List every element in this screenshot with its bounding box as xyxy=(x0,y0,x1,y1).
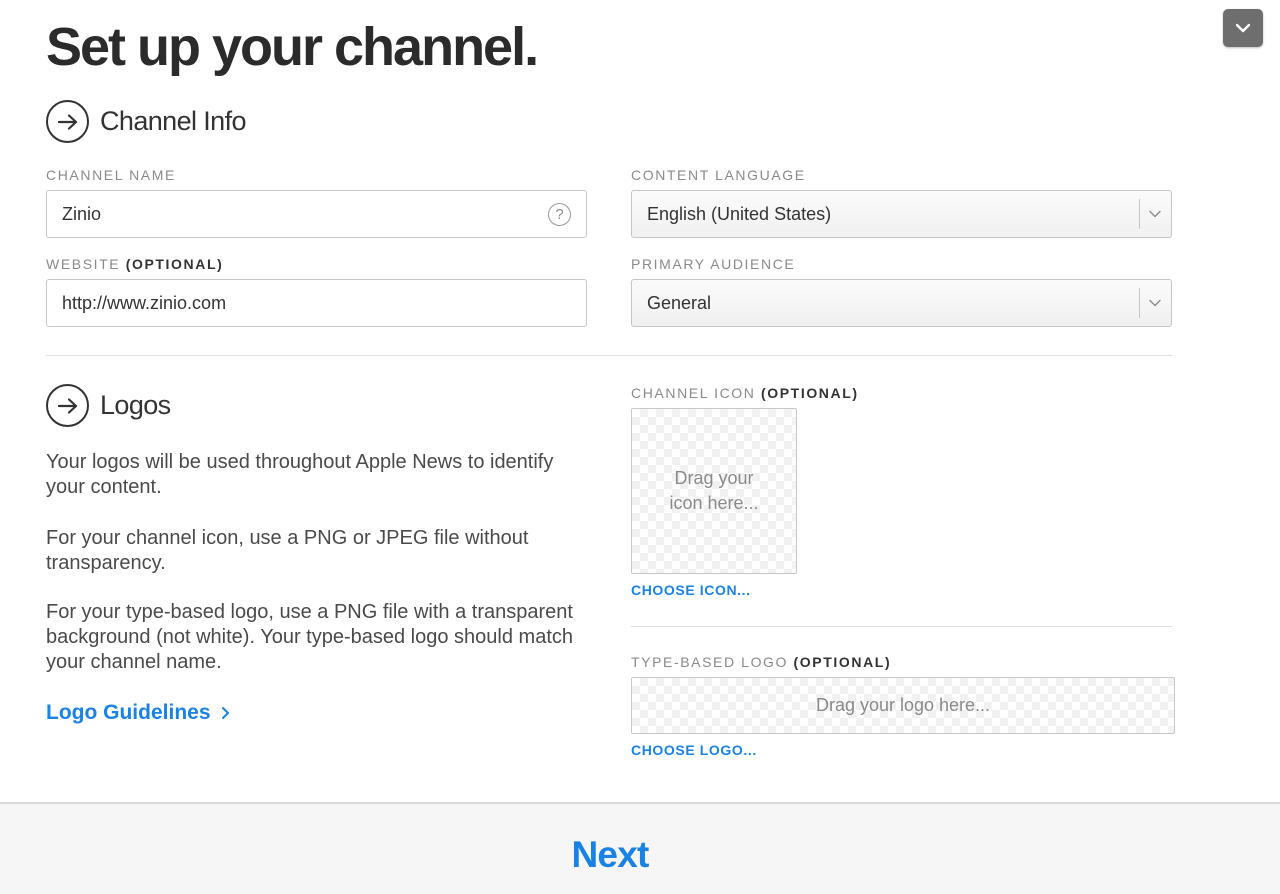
page-title: Set up your channel. xyxy=(46,17,539,77)
channel-icon-drop-zone[interactable]: Drag your icon here... xyxy=(631,408,797,574)
content-language-label: CONTENT LANGUAGE xyxy=(631,167,806,183)
website-value: http://www.zinio.com xyxy=(62,292,227,313)
help-icon[interactable]: ? xyxy=(548,203,571,226)
logo-guidelines-label: Logo Guidelines xyxy=(46,701,211,724)
primary-audience-label: PRIMARY AUDIENCE xyxy=(631,256,796,272)
drop-text-line: Drag your xyxy=(674,468,754,488)
type-logo-drop-text: Drag your logo here... xyxy=(815,695,991,715)
channel-name-label: CHANNEL NAME xyxy=(46,167,176,183)
select-divider xyxy=(1139,199,1140,229)
type-logo-label-text: TYPE-BASED LOGO xyxy=(631,654,789,670)
type-logo-optional-tag: (OPTIONAL) xyxy=(793,654,892,670)
content-language-value: English (United States) xyxy=(647,203,832,224)
logos-header: Logos xyxy=(46,384,171,427)
logos-description-3: For your type-based logo, use a PNG file… xyxy=(46,601,574,673)
channel-icon-drop-text: Drag your icon here... xyxy=(669,466,758,516)
primary-audience-select[interactable]: General xyxy=(631,279,1172,327)
chevron-down-icon xyxy=(1235,23,1251,33)
channel-icon-label-text: CHANNEL ICON xyxy=(631,385,756,401)
logos-description-2: For your channel icon, use a PNG or JPEG… xyxy=(46,527,529,574)
footer-bar: Next xyxy=(0,802,1280,894)
select-divider xyxy=(1139,288,1140,318)
channel-icon-optional-tag: (OPTIONAL) xyxy=(760,385,859,401)
chevron-down-icon xyxy=(1149,210,1161,218)
chevron-right-icon xyxy=(221,707,229,719)
type-logo-label: TYPE-BASED LOGO (OPTIONAL) xyxy=(631,654,891,670)
website-input[interactable]: http://www.zinio.com xyxy=(46,279,587,327)
channel-name-value: Zinio xyxy=(62,203,102,224)
choose-icon-button[interactable]: CHOOSE ICON... xyxy=(631,582,751,598)
chevron-down-icon xyxy=(1149,299,1161,307)
logos-title: Logos xyxy=(100,390,171,420)
collapse-button[interactable] xyxy=(1223,9,1263,47)
primary-audience-value: General xyxy=(647,292,712,313)
content-language-select[interactable]: English (United States) xyxy=(631,190,1172,238)
next-button[interactable]: Next xyxy=(0,834,1220,876)
website-label: WEBSITE (OPTIONAL) xyxy=(46,256,223,272)
arrow-right-circle-icon xyxy=(46,384,89,427)
drop-text-line: icon here... xyxy=(669,493,759,513)
website-label-text: WEBSITE xyxy=(46,256,121,272)
logo-guidelines-link[interactable]: Logo Guidelines xyxy=(46,701,233,725)
section-divider xyxy=(46,355,1172,356)
channel-icon-label: CHANNEL ICON (OPTIONAL) xyxy=(631,385,859,401)
channel-name-input[interactable]: Zinio ? xyxy=(46,190,587,238)
logos-divider xyxy=(631,626,1172,627)
logos-description-1: Your logos will be used throughout Apple… xyxy=(46,451,554,498)
website-optional-tag: (OPTIONAL) xyxy=(125,256,224,272)
type-logo-drop-zone[interactable]: Drag your logo here... xyxy=(631,677,1175,734)
channel-info-header: Channel Info xyxy=(46,100,247,143)
choose-logo-button[interactable]: CHOOSE LOGO... xyxy=(631,742,757,758)
channel-info-title: Channel Info xyxy=(100,106,247,136)
arrow-right-circle-icon xyxy=(46,100,89,143)
